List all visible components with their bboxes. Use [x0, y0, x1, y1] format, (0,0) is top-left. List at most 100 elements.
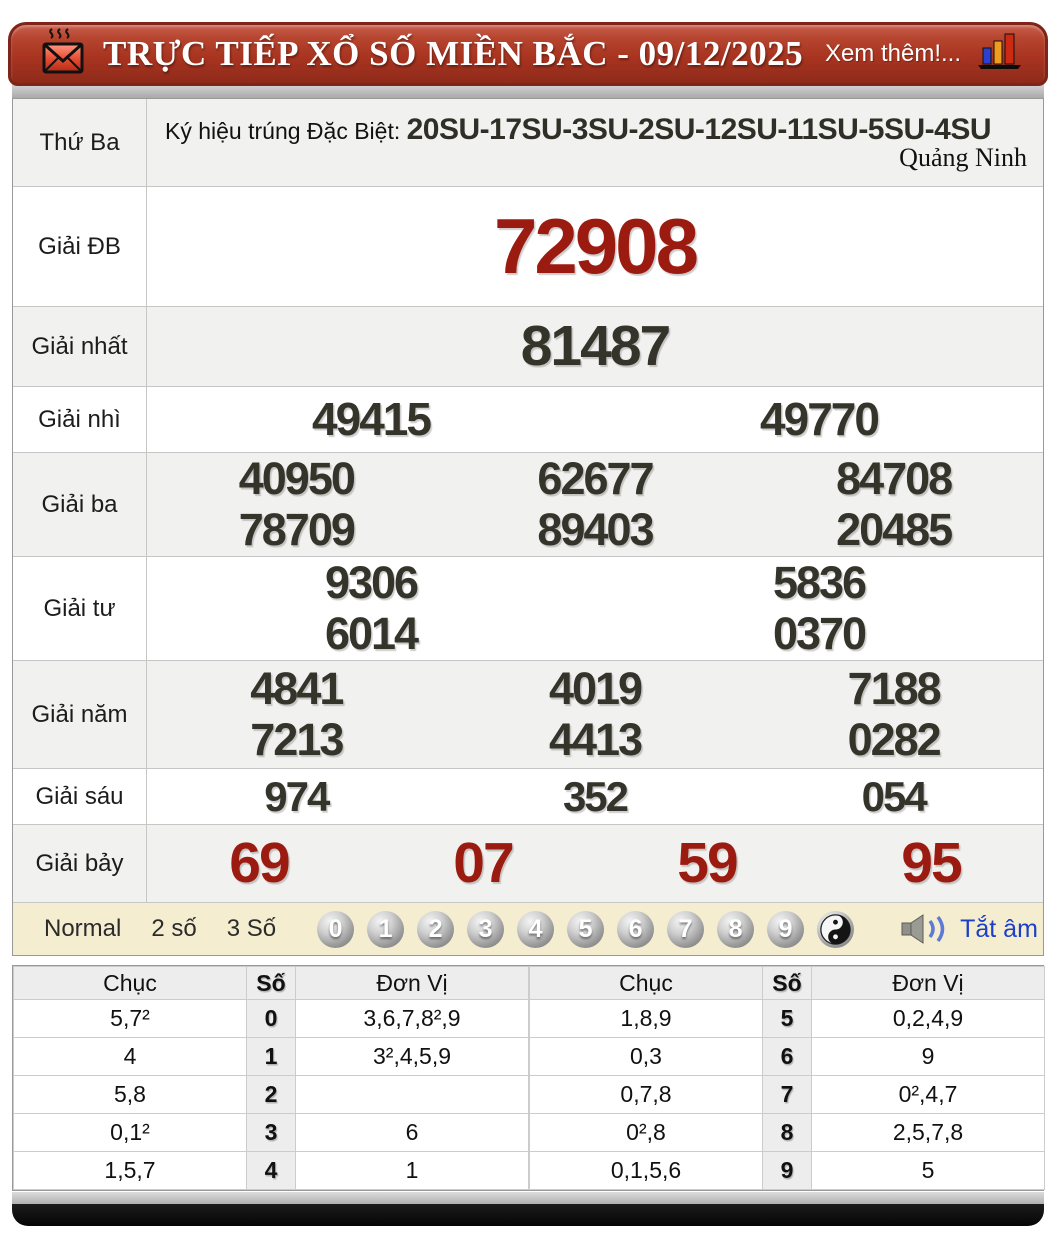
- stats-cell: 0,3: [529, 1037, 763, 1076]
- prize-row-db: Giải ĐB 72908: [13, 187, 1043, 307]
- prize-number: 7213: [250, 713, 344, 765]
- info-row: Thứ Ba Ký hiệu trúng Đặc Biệt: 20SU-17SU…: [13, 99, 1043, 187]
- prize-number: 9306: [324, 557, 419, 609]
- prize-number: 7188: [847, 663, 942, 715]
- stats-cell: 0,1²: [13, 1113, 247, 1152]
- stats-digit: 2: [246, 1075, 296, 1114]
- stats-row: 5,7² 0 3,6,7,8²,9: [13, 999, 529, 1038]
- stats-header-so: Số: [246, 966, 296, 1000]
- stats-section: Chục Số Đơn Vị 5,7² 0 3,6,7,8²,9 4 1 3²,4,5,9 5,8…: [12, 965, 1045, 1191]
- ball-4[interactable]: 4: [517, 910, 555, 948]
- stats-digit: 7: [762, 1075, 812, 1114]
- stats-header-chuc: Chục: [13, 966, 247, 1000]
- stats-row: 0,7,8 7 0²,4,7: [529, 1075, 1045, 1114]
- header-bar: TRỰC TIẾP XỔ SỐ MIỀN BẮC - 09/12/2025 Xe…: [8, 22, 1048, 86]
- stats-cell: 3²,4,5,9: [295, 1037, 529, 1076]
- prize-number: 6014: [324, 607, 419, 659]
- stats-header-so: Số: [762, 966, 812, 1000]
- mode-2-so[interactable]: 2 số: [136, 915, 211, 943]
- stats-digit: 9: [762, 1151, 812, 1190]
- mode-normal[interactable]: Normal: [29, 915, 136, 943]
- special-sign: Ký hiệu trúng Đặc Biệt: 20SU-17SU-3SU-2S…: [147, 99, 1043, 186]
- see-more-link[interactable]: Xem thêm!...: [825, 40, 961, 68]
- ball-1[interactable]: 1: [367, 910, 405, 948]
- province-label: Quảng Ninh: [899, 142, 1027, 172]
- stats-cell: 3,6,7,8²,9: [295, 999, 529, 1038]
- footer-bar: [12, 1204, 1044, 1226]
- yin-yang-ball[interactable]: [817, 910, 855, 948]
- ball-6[interactable]: 6: [617, 910, 655, 948]
- stats-digit: 8: [762, 1113, 812, 1152]
- stats-header-chuc: Chục: [529, 966, 763, 1000]
- prize-number: 40950: [238, 453, 356, 505]
- ball-2[interactable]: 2: [417, 910, 455, 948]
- control-bar: Normal 2 số 3 Số 0123456789 Tắt âm: [13, 903, 1043, 955]
- ball-7[interactable]: 7: [667, 910, 705, 948]
- prize-label: Giải sáu: [13, 769, 147, 824]
- prize-row-sau: Giải sáu 974 352 054: [13, 769, 1043, 825]
- prize-number: 49415: [312, 392, 432, 445]
- stats-row: 0,3 6 9: [529, 1037, 1045, 1076]
- prize-number: 59: [677, 830, 738, 895]
- prize-number: 84708: [836, 453, 953, 505]
- prize-row-bay: Giải bảy 69 07 59 95: [13, 825, 1043, 903]
- prize-number: 69: [229, 830, 290, 895]
- ball-0[interactable]: 0: [317, 910, 355, 948]
- bar-chart-icon[interactable]: [977, 32, 1023, 77]
- prize-number: 81487: [520, 313, 672, 378]
- stats-cell: 0²,4,7: [811, 1075, 1045, 1114]
- prize-number: 72908: [494, 201, 699, 290]
- stats-cell: 0²,8: [529, 1113, 763, 1152]
- weekday-label: Thứ Ba: [13, 99, 147, 186]
- ball-row: 0123456789: [317, 910, 805, 948]
- prize-number: 95: [901, 830, 962, 895]
- prize-number: 62677: [537, 453, 654, 505]
- ball-3[interactable]: 3: [467, 910, 505, 948]
- prize-number: 4841: [250, 663, 344, 715]
- ball-9[interactable]: 9: [767, 910, 805, 948]
- stats-cell: 2,5,7,8: [811, 1113, 1045, 1152]
- prize-number: 974: [264, 772, 330, 820]
- page-title: TRỰC TIẾP XỔ SỐ MIỀN BẮC - 09/12/2025: [103, 34, 804, 73]
- stats-cell: 0,1,5,6: [529, 1151, 763, 1190]
- stats-row: 1,5,7 4 1: [13, 1151, 529, 1190]
- prize-number: 054: [861, 772, 928, 820]
- stats-digit: 4: [246, 1151, 296, 1190]
- stats-digit: 0: [246, 999, 296, 1038]
- prize-row-nhat: Giải nhất 81487: [13, 307, 1043, 387]
- stats-table-right: Chục Số Đơn Vị 1,8,9 5 0,2,4,9 0,3 6 9 0,7,8 7 0²,4…: [529, 966, 1045, 1190]
- prize-number: 07: [453, 830, 514, 895]
- mode-3-so[interactable]: 3 Số: [212, 915, 291, 943]
- speaker-icon[interactable]: [900, 912, 952, 946]
- prize-label: Giải năm: [13, 661, 147, 768]
- mute-button[interactable]: Tắt âm: [960, 915, 1038, 944]
- stats-digit: 1: [246, 1037, 296, 1076]
- stats-cell: 5: [811, 1151, 1045, 1190]
- stats-row: 0,1² 3 6: [13, 1113, 529, 1152]
- prize-number: 78709: [238, 503, 356, 555]
- stats-cell: 1,8,9: [529, 999, 763, 1038]
- prize-label: Giải nhất: [13, 307, 147, 386]
- stats-cell: 9: [811, 1037, 1045, 1076]
- stats-cell: 5,8: [13, 1075, 247, 1114]
- envelope-icon: [37, 28, 89, 80]
- prize-number: 89403: [537, 503, 654, 555]
- prize-number: 0370: [772, 607, 867, 659]
- stats-digit: 6: [762, 1037, 812, 1076]
- stats-cell: 4: [13, 1037, 247, 1076]
- stats-row: 1,8,9 5 0,2,4,9: [529, 999, 1045, 1038]
- prize-number: 4413: [548, 713, 643, 765]
- stats-cell: 5,7²: [13, 999, 247, 1038]
- prize-number: 49770: [760, 392, 880, 445]
- prize-label: Giải tư: [13, 557, 147, 660]
- ball-8[interactable]: 8: [717, 910, 755, 948]
- lottery-results-page: TRỰC TIẾP XỔ SỐ MIỀN BẮC - 09/12/2025 Xe…: [0, 0, 1056, 1234]
- stats-cell: 1: [295, 1151, 529, 1190]
- ball-5[interactable]: 5: [567, 910, 605, 948]
- stats-row: 4 1 3²,4,5,9: [13, 1037, 529, 1076]
- prize-number: 0282: [847, 713, 942, 765]
- stats-digit: 5: [762, 999, 812, 1038]
- stats-cell: 0,2,4,9: [811, 999, 1045, 1038]
- stats-cell: 1,5,7: [13, 1151, 247, 1190]
- prize-row-tu: Giải tư 9306 5836 6014 0370: [13, 557, 1043, 661]
